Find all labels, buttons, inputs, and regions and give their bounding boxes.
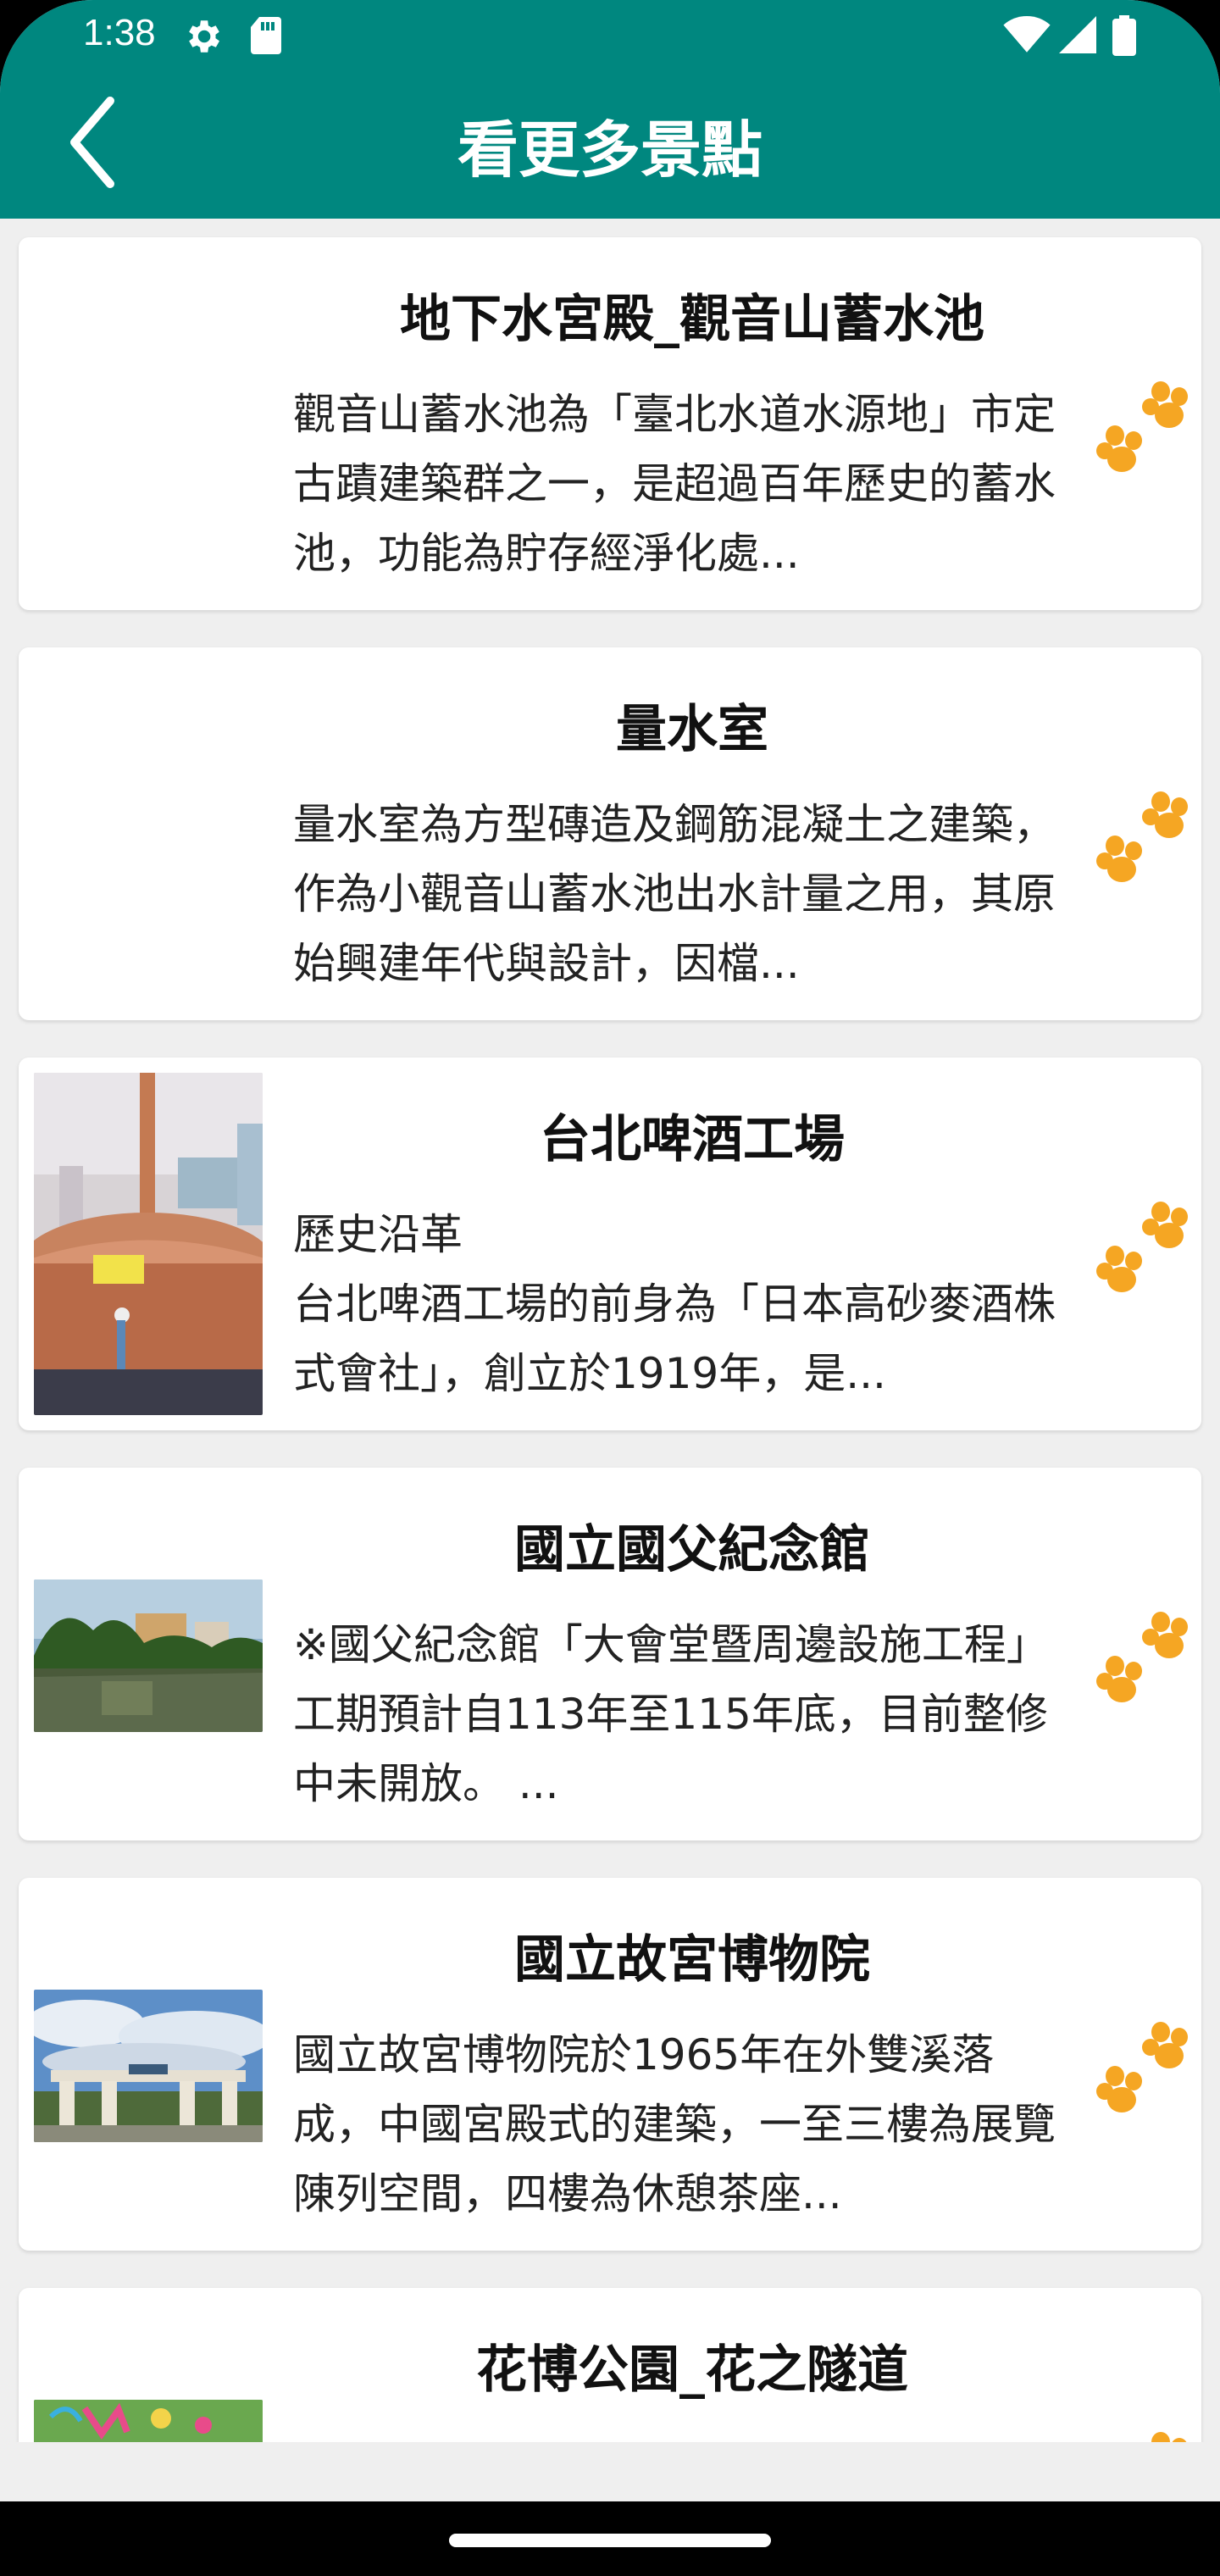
attraction-card[interactable]: 台北啤酒工場 歷史沿革 台北啤酒工場的前身為「日本高砂麥酒株式會社」，創立於19… [19, 1058, 1201, 1430]
attraction-description: 觀音山蓄水池為「臺北水道水源地」市定古蹟建築群之一，是超過百年歷史的蓄水池，功能… [293, 390, 1056, 578]
attraction-title: 量水室 [616, 700, 768, 759]
app-header: 1:38 看更多景點 [0, 0, 1220, 219]
paw-icon[interactable] [1088, 1195, 1198, 1305]
attraction-card[interactable]: 地下水宮殿_觀音山蓄水池 觀音山蓄水池為「臺北水道水源地」市定古蹟建築群之一，是… [19, 237, 1201, 610]
sd-card-icon [251, 17, 281, 54]
paw-icon[interactable] [1088, 1605, 1198, 1715]
status-bar: 1:38 [0, 0, 1220, 76]
list-bottom-fade [0, 2442, 1220, 2501]
attraction-thumbnail [34, 1990, 263, 2142]
attraction-description: 國立故宮博物院於1965年在外雙溪落成，中國宮殿式的建築，一至三樓為展覽陳列空間… [293, 2030, 1056, 2218]
paw-icon[interactable] [1088, 375, 1198, 485]
attraction-card[interactable]: 國立故宮博物院 國立故宮博物院於1965年在外雙溪落成，中國宮殿式的建築，一至三… [19, 1878, 1201, 2251]
attraction-card[interactable]: 量水室 量水室為方型磚造及鋼筋混凝土之建築，作為小觀音山蓄水池出水計量之用，其原… [19, 647, 1201, 1020]
settings-gear-icon [189, 20, 219, 53]
attraction-list[interactable]: 地下水宮殿_觀音山蓄水池 觀音山蓄水池為「臺北水道水源地」市定古蹟建築群之一，是… [0, 219, 1220, 2442]
attraction-title: 國立故宮博物院 [514, 1930, 870, 1990]
attraction-thumbnail [34, 1073, 263, 1415]
attraction-title: 台北啤酒工場 [540, 1110, 845, 1169]
paw-icon[interactable] [1088, 2015, 1198, 2125]
cellular-signal-icon [1059, 16, 1096, 53]
attraction-description: 歷史沿革 台北啤酒工場的前身為「日本高砂麥酒株式會社」，創立於1919年，是..… [293, 1210, 1056, 1398]
attraction-card[interactable]: 花博公園_花之隧道 [19, 2288, 1201, 2442]
attraction-title: 花博公園_花之隧道 [476, 2340, 908, 2400]
home-gesture-handle[interactable] [449, 2534, 771, 2547]
attraction-card[interactable]: 國立國父紀念館 ※國父紀念館「大會堂暨周邊設施工程」工期預計自113年至115年… [19, 1468, 1201, 1840]
attraction-description: 量水室為方型磚造及鋼筋混凝土之建築，作為小觀音山蓄水池出水計量之用，其原始興建年… [293, 800, 1056, 988]
attraction-thumbnail [34, 1579, 263, 1732]
status-time: 1:38 [83, 12, 156, 53]
attraction-title: 地下水宮殿_觀音山蓄水池 [400, 290, 984, 349]
attraction-thumbnail [34, 2400, 263, 2442]
attraction-description [293, 2430, 1073, 2442]
paw-icon[interactable] [1088, 2425, 1198, 2442]
attraction-description: ※國父紀念館「大會堂暨周邊設施工程」工期預計自113年至115年底，目前整修中未… [293, 1620, 1049, 1808]
page-title: 看更多景點 [457, 114, 762, 186]
paw-icon[interactable] [1088, 785, 1198, 895]
attraction-title: 國立國父紀念館 [514, 1520, 870, 1579]
app-screen: 1:38 看更多景點 地下水宮殿_觀音山蓄水池 觀音山蓄水池為「臺北水道水源地」… [0, 0, 1220, 2576]
battery-icon [1112, 15, 1136, 56]
wifi-icon [1003, 15, 1051, 53]
